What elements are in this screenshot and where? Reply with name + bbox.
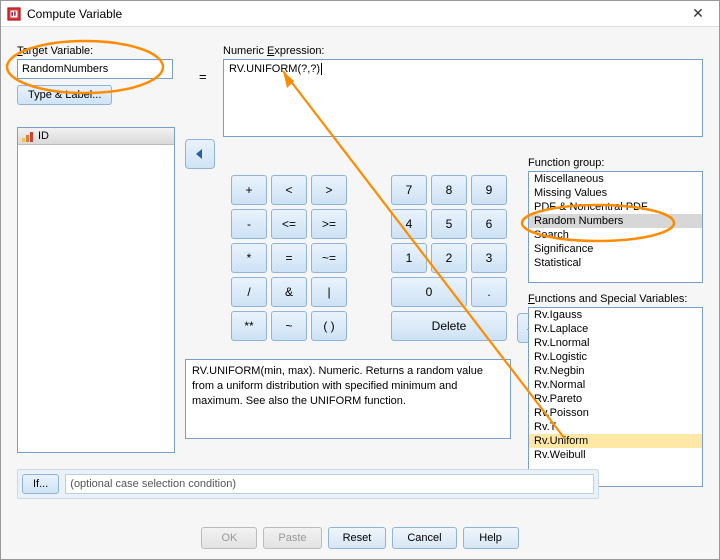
case-selection-row: If... (optional case selection condition… (17, 469, 599, 499)
expression-text: RV.UNIFORM(?,?) (229, 63, 320, 75)
app-icon (7, 7, 21, 21)
function-item[interactable]: Rv.Negbin (529, 364, 702, 378)
function-group-list[interactable]: MiscellaneousMissing ValuesPDF & Noncent… (528, 171, 703, 283)
function-item[interactable]: Rv.Lnormal (529, 336, 702, 350)
functions-list[interactable]: Rv.IgaussRv.LaplaceRv.LnormalRv.Logistic… (528, 307, 703, 487)
function-item[interactable]: Rv.Igauss (529, 308, 702, 322)
variable-list-header: ID (18, 128, 174, 145)
function-group-item[interactable]: Significance (529, 242, 702, 256)
move-to-expression-button[interactable] (185, 139, 215, 169)
key-paren[interactable]: ( ) (311, 311, 347, 341)
key-ge[interactable]: >= (311, 209, 347, 239)
key-mul[interactable]: * (231, 243, 267, 273)
function-group-item[interactable]: Random Numbers (529, 214, 702, 228)
key-9[interactable]: 9 (471, 175, 507, 205)
key-5[interactable]: 5 (431, 209, 467, 239)
type-and-label-button[interactable]: Type & Label... (17, 85, 112, 105)
key-or[interactable]: | (311, 277, 347, 307)
key-not[interactable]: ~ (271, 311, 307, 341)
equals-label: = (199, 69, 207, 84)
key-lt[interactable]: < (271, 175, 307, 205)
key-minus[interactable]: - (231, 209, 267, 239)
close-button[interactable]: ✕ (683, 5, 713, 22)
key-4[interactable]: 4 (391, 209, 427, 239)
function-group-item[interactable]: Missing Values (529, 186, 702, 200)
functions-label: Functions and Special Variables: (528, 293, 703, 305)
target-variable-input[interactable] (17, 59, 173, 79)
key-0[interactable]: 0 (391, 277, 467, 307)
function-group-item[interactable]: Statistical (529, 256, 702, 270)
key-dot[interactable]: . (471, 277, 507, 307)
function-group-label: Function group: (528, 157, 703, 169)
key-le[interactable]: <= (271, 209, 307, 239)
key-pow[interactable]: ** (231, 311, 267, 341)
reset-button[interactable]: Reset (328, 527, 387, 549)
key-6[interactable]: 6 (471, 209, 507, 239)
key-ne[interactable]: ~= (311, 243, 347, 273)
function-description: RV.UNIFORM(min, max). Numeric. Returns a… (185, 359, 511, 439)
function-item[interactable]: Rv.Weibull (529, 448, 702, 462)
function-item[interactable]: Rv.Uniform (529, 434, 702, 448)
key-plus[interactable]: + (231, 175, 267, 205)
help-button[interactable]: Help (463, 527, 519, 549)
key-2[interactable]: 2 (431, 243, 467, 273)
function-group-item[interactable]: Search (529, 228, 702, 242)
cancel-button[interactable]: Cancel (392, 527, 456, 549)
key-delete[interactable]: Delete (391, 311, 507, 341)
variable-list[interactable]: ID (17, 127, 175, 453)
key-eq[interactable]: = (271, 243, 307, 273)
titlebar: Compute Variable ✕ (1, 1, 719, 27)
paste-button[interactable]: Paste (263, 527, 321, 549)
function-group-item[interactable]: PDF & Noncentral PDF (529, 200, 702, 214)
function-group-item[interactable]: Miscellaneous (529, 172, 702, 186)
key-and[interactable]: & (271, 277, 307, 307)
key-8[interactable]: 8 (431, 175, 467, 205)
function-item[interactable]: Rv.Logistic (529, 350, 702, 364)
function-item[interactable]: Rv.Normal (529, 378, 702, 392)
key-1[interactable]: 1 (391, 243, 427, 273)
scale-var-icon (22, 130, 34, 142)
window-title: Compute Variable (27, 7, 683, 21)
keypad: + < > 7 8 9 - <= >= 4 5 6 * = ~= 1 2 (231, 175, 507, 341)
key-3[interactable]: 3 (471, 243, 507, 273)
if-button[interactable]: If... (22, 474, 59, 494)
variable-id: ID (38, 130, 49, 142)
key-7[interactable]: 7 (391, 175, 427, 205)
arrow-right-icon (193, 147, 207, 161)
ok-button[interactable]: OK (201, 527, 257, 549)
numeric-expression-input[interactable]: RV.UNIFORM(?,?) (223, 59, 703, 137)
numeric-expression-label: Numeric Expression: (223, 45, 703, 57)
key-div[interactable]: / (231, 277, 267, 307)
function-item[interactable]: Rv.Poisson (529, 406, 702, 420)
case-selection-text[interactable]: (optional case selection condition) (65, 474, 594, 494)
function-item[interactable]: Rv.Laplace (529, 322, 702, 336)
function-item[interactable]: Rv.T (529, 420, 702, 434)
function-item[interactable]: Rv.Pareto (529, 392, 702, 406)
key-gt[interactable]: > (311, 175, 347, 205)
target-variable-label: Target Variable: (17, 45, 177, 57)
compute-variable-dialog: Compute Variable ✕ Target Variable: Type… (0, 0, 720, 560)
